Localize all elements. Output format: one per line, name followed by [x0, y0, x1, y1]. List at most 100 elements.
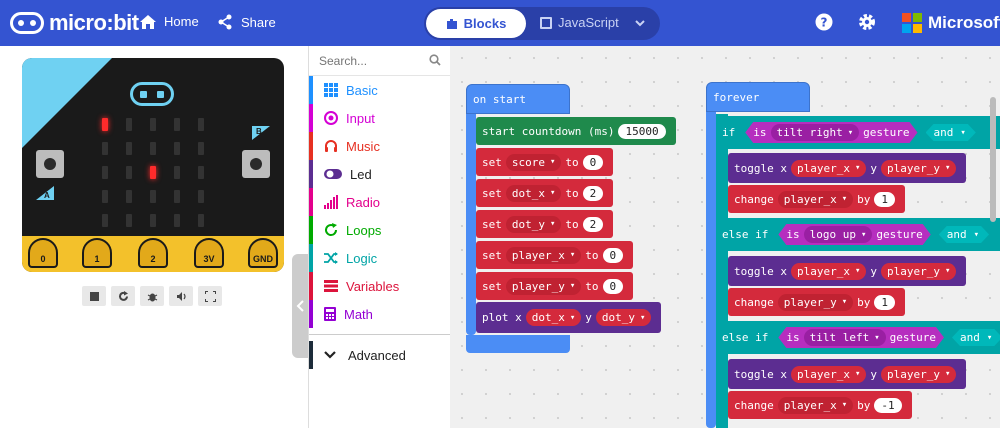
and-operator[interactable]: and [926, 124, 976, 141]
change-variable-dropdown[interactable]: player_x [777, 190, 854, 208]
pin-1[interactable]: 1 [82, 238, 112, 268]
change-variable-dropdown[interactable]: player_y [777, 293, 854, 311]
gesture-dropdown[interactable]: logo up [804, 226, 873, 243]
else-if-block[interactable]: else if is tilt left gesture and [716, 321, 1000, 354]
chevron-down-icon[interactable] [634, 17, 646, 29]
restart-button[interactable] [111, 286, 135, 306]
help-icon[interactable]: ? [815, 13, 833, 31]
start-countdown-block[interactable]: start countdown (ms) 15000 [476, 117, 676, 145]
change-block[interactable]: change player_x by 1 [728, 185, 906, 213]
toggle-x-dropdown[interactable]: player_x [790, 159, 867, 177]
plot-y-dropdown[interactable]: dot_y [595, 309, 652, 326]
category-led[interactable]: Led [309, 160, 451, 188]
stop-button[interactable] [82, 286, 106, 306]
variable-dropdown[interactable]: player_x [505, 246, 582, 264]
category-loops[interactable]: Loops [309, 216, 451, 244]
led [126, 214, 132, 227]
set-block[interactable]: set dot_y to 2 [476, 210, 614, 238]
category-advanced[interactable]: Advanced [309, 341, 451, 369]
category-basic[interactable]: Basic [309, 76, 451, 104]
and-operator[interactable]: and [952, 329, 1000, 346]
category-variables[interactable]: Variables [309, 272, 451, 300]
and-dropdown[interactable] [967, 230, 981, 240]
on-start-block[interactable]: on start [466, 84, 570, 114]
gesture-condition[interactable]: is tilt left gesture [778, 327, 944, 348]
fullscreen-button[interactable] [198, 286, 222, 306]
pin-3v[interactable]: 3V [194, 238, 224, 268]
plot-block[interactable]: plot x dot_x y dot_y [476, 302, 662, 333]
variable-dropdown[interactable]: dot_x [505, 184, 562, 202]
change-block[interactable]: change player_y by 1 [728, 288, 906, 316]
edge-connector: 0 1 2 3V GND [22, 236, 284, 272]
set-block[interactable]: set score to 0 [476, 148, 614, 176]
and-operator[interactable]: and [939, 226, 989, 243]
board-face-logo[interactable] [130, 82, 174, 106]
set-block[interactable]: set player_y to 0 [476, 272, 634, 300]
value-input[interactable]: 0 [602, 278, 624, 294]
change-value[interactable]: -1 [874, 397, 902, 413]
set-block[interactable]: set player_x to 0 [476, 241, 634, 269]
value-input[interactable]: 0 [602, 247, 624, 263]
toggle-block[interactable]: toggle x player_x y player_y [728, 153, 967, 183]
search-icon[interactable] [429, 54, 441, 66]
gesture-dropdown[interactable]: tilt left [804, 329, 886, 346]
button-b[interactable] [242, 150, 270, 178]
pin-0[interactable]: 0 [28, 238, 58, 268]
change-block[interactable]: change player_x by -1 [728, 391, 912, 419]
value-input[interactable]: 2 [582, 185, 604, 201]
category-logic[interactable]: Logic [309, 244, 451, 272]
share-icon [218, 14, 232, 30]
collapse-simulator-button[interactable] [292, 254, 308, 358]
plot-x-dropdown[interactable]: dot_x [525, 309, 582, 326]
category-label: Logic [346, 250, 378, 266]
fullscreen-icon [204, 290, 216, 302]
button-a-letter: A [44, 191, 50, 200]
if-block[interactable]: if is tilt right gesture and [716, 116, 1000, 149]
search-input[interactable] [319, 54, 419, 68]
category-math[interactable]: Math [309, 300, 451, 328]
toggle-block[interactable]: toggle x player_x y player_y [728, 256, 967, 286]
gesture-dropdown[interactable]: tilt right [771, 124, 860, 141]
javascript-tab[interactable]: JavaScript [540, 15, 619, 30]
blocks-tab[interactable]: Blocks [426, 9, 526, 38]
microbit-logo[interactable]: micro:bit [10, 10, 139, 36]
category-radio[interactable]: Radio [309, 188, 451, 216]
toggle-y-dropdown[interactable]: player_y [881, 262, 957, 280]
simulator-controls [82, 286, 222, 306]
button-a[interactable] [36, 150, 64, 178]
countdown-value[interactable]: 15000 [618, 123, 666, 139]
toggle-y-dropdown[interactable]: player_y [881, 159, 957, 177]
pin-2[interactable]: 2 [138, 238, 168, 268]
share-button[interactable]: Share [217, 14, 276, 30]
home-button[interactable]: Home [140, 14, 199, 29]
toggle-y-dropdown[interactable]: player_y [881, 365, 957, 383]
change-value[interactable]: 1 [874, 191, 896, 207]
gesture-condition[interactable]: is tilt right gesture [745, 122, 917, 143]
mute-button[interactable] [169, 286, 193, 306]
change-value[interactable]: 1 [874, 294, 896, 310]
change-variable-dropdown[interactable]: player_x [777, 396, 854, 414]
gear-icon[interactable] [858, 13, 876, 31]
gesture-condition[interactable]: is logo up gesture [778, 224, 930, 245]
pin-gnd[interactable]: GND [248, 238, 278, 268]
else-if-block[interactable]: else if is logo up gesture and [716, 218, 1000, 251]
variable-dropdown[interactable]: score [505, 153, 562, 171]
debug-button[interactable] [140, 286, 164, 306]
toggle-x-dropdown[interactable]: player_x [790, 365, 867, 383]
toggle-block[interactable]: toggle x player_x y player_y [728, 359, 967, 389]
category-input[interactable]: Input [309, 104, 451, 132]
microsoft-brand[interactable]: Microsoft [902, 13, 1000, 33]
variable-dropdown[interactable]: player_y [505, 277, 582, 295]
forever-block[interactable]: forever [706, 82, 810, 112]
set-block[interactable]: set dot_x to 2 [476, 179, 614, 207]
blocks-workspace[interactable]: on start start countdown (ms) 15000 set … [450, 46, 1000, 428]
value-input[interactable]: 0 [582, 154, 604, 170]
variable-dropdown[interactable]: dot_y [505, 215, 562, 233]
toggle-x-dropdown[interactable]: player_x [790, 262, 867, 280]
workspace-scrollbar[interactable] [990, 97, 996, 222]
led [102, 118, 108, 131]
category-music[interactable]: Music [309, 132, 451, 160]
and-dropdown[interactable] [953, 128, 967, 138]
value-input[interactable]: 2 [582, 216, 604, 232]
and-dropdown[interactable] [980, 333, 994, 343]
